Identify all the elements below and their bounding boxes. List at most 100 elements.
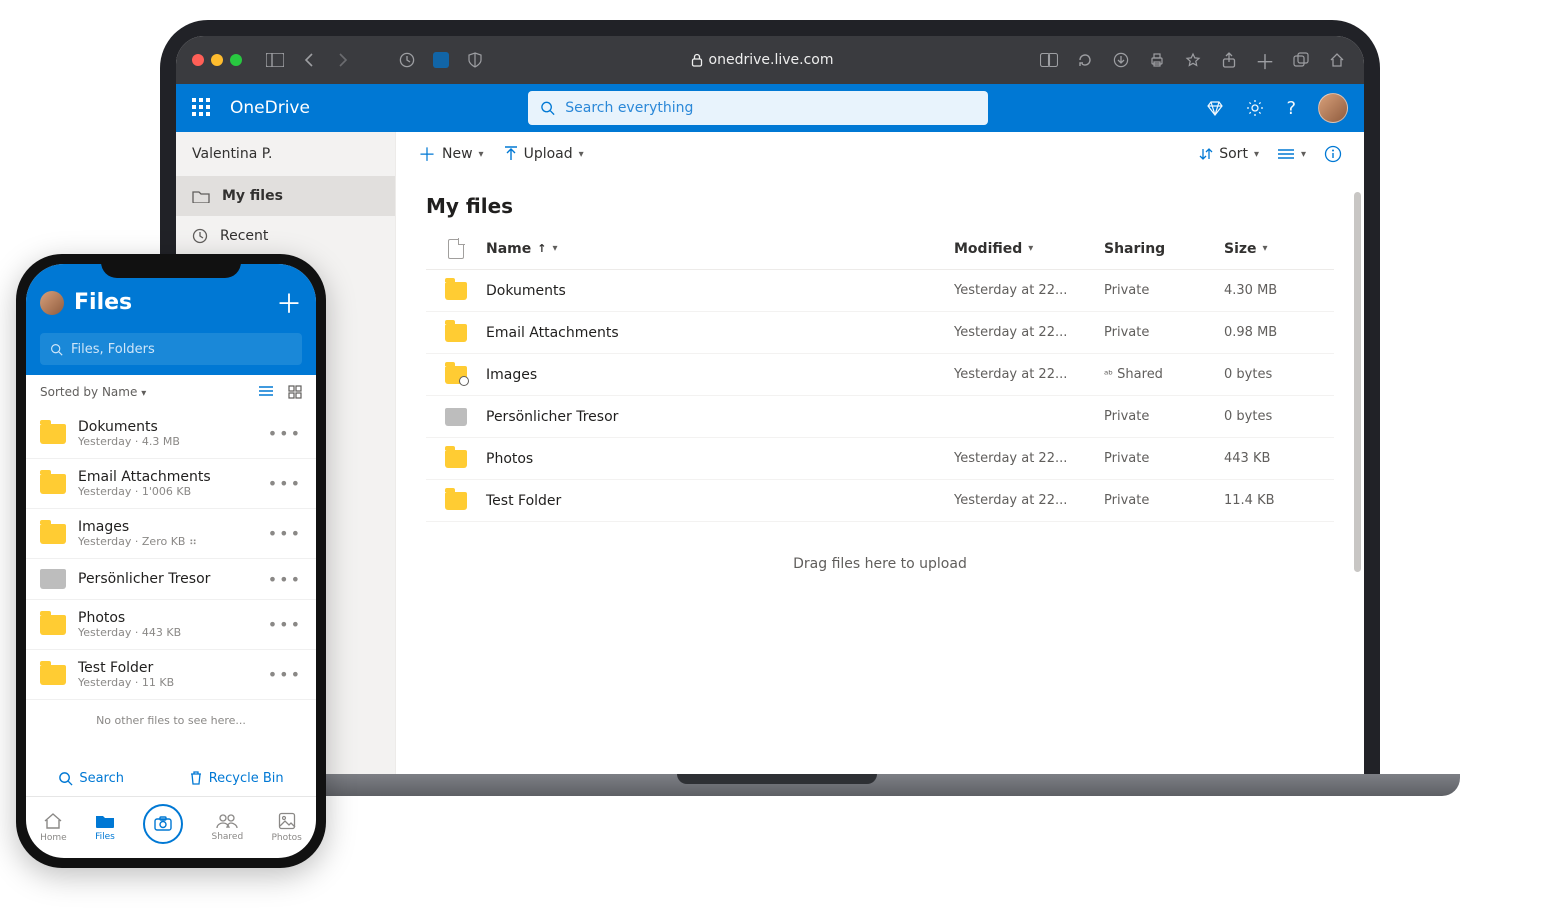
camera-button[interactable] [143,804,183,844]
bookmark-icon[interactable] [1182,49,1204,71]
grid-view-icon[interactable] [288,385,302,399]
phone-avatar[interactable] [40,291,64,315]
sidebar-item-label: My files [222,188,283,204]
home-icon[interactable] [1326,49,1348,71]
plus-icon: ＋ [418,141,436,167]
list-item[interactable]: DokumentsYesterday · 4.3 MB ••• [26,409,316,459]
upload-button[interactable]: Upload ▾ [504,146,584,162]
table-row[interactable]: Persönlicher Tresor Private 0 bytes [426,396,1334,438]
column-size[interactable]: Size▾ [1224,241,1334,257]
folder-icon [445,492,467,510]
column-modified[interactable]: Modified▾ [954,241,1104,257]
minimize-window-icon[interactable] [211,54,223,66]
empty-state-text: No other files to see here... [26,700,316,741]
folder-icon [95,813,115,829]
tab-home[interactable]: Home [40,812,67,843]
list-view-icon[interactable] [258,385,274,399]
forward-icon[interactable] [332,49,354,71]
chevron-down-icon: ▾ [579,149,584,160]
translate-icon[interactable] [1038,49,1060,71]
more-icon[interactable]: ••• [268,474,302,493]
list-item[interactable]: Test FolderYesterday · 11 KB ••• [26,650,316,700]
search-action[interactable]: Search [58,770,124,786]
premium-icon[interactable] [1206,100,1224,116]
share-icon[interactable] [1218,49,1240,71]
main-panel: ＋ New ▾ Upload ▾ [396,132,1364,780]
table-row[interactable]: Photos Yesterday at 22... Private 443 KB [426,438,1334,480]
print-icon[interactable] [1146,49,1168,71]
app-name[interactable]: OneDrive [230,98,310,118]
tabs-icon[interactable] [1290,49,1312,71]
column-name[interactable]: Name↑▾ [486,241,954,257]
more-icon[interactable]: ••• [268,570,302,589]
list-item[interactable]: Persönlicher Tresor ••• [26,559,316,600]
table-row[interactable]: Test Folder Yesterday at 22... Private 1… [426,480,1334,522]
window-controls[interactable] [192,54,242,66]
app-launcher-icon[interactable] [192,98,212,118]
view-options-button[interactable]: ▾ [1277,148,1306,160]
more-icon[interactable]: ••• [268,615,302,634]
laptop-lip [677,774,877,784]
folder-icon [40,424,66,444]
site-badge-icon[interactable] [430,49,452,71]
sort-icon [1199,147,1213,161]
phone-notch [101,254,241,278]
laptop-screen: onedrive.live.com [176,36,1364,780]
phone-sort-bar: Sorted by Name ▾ [26,375,316,409]
phone-search[interactable]: Files, Folders [40,333,302,365]
more-icon[interactable]: ••• [268,424,302,443]
sidebar-item-recent[interactable]: Recent [176,216,395,256]
lock-icon [691,53,703,67]
help-icon[interactable]: ? [1286,98,1296,119]
search-box[interactable] [528,91,988,125]
sidebar-item-my-files[interactable]: My files [176,176,395,216]
sort-button[interactable]: Sort ▾ [1199,146,1259,162]
url-text: onedrive.live.com [709,52,834,68]
new-tab-icon[interactable]: ＋ [1254,49,1276,71]
maximize-window-icon[interactable] [230,54,242,66]
trash-icon [189,770,203,786]
tab-files[interactable]: Files [95,813,115,842]
scrollbar[interactable] [1354,192,1361,572]
close-window-icon[interactable] [192,54,204,66]
address-bar[interactable]: onedrive.live.com [691,52,834,68]
info-icon[interactable] [1324,145,1342,163]
home-icon [43,812,63,830]
phone-search-placeholder: Files, Folders [71,342,155,357]
more-icon[interactable]: ••• [268,524,302,543]
list-item[interactable]: ImagesYesterday · Zero KB ⠶ ••• [26,509,316,559]
list-item[interactable]: Email AttachmentsYesterday · 1'006 KB ••… [26,459,316,509]
tab-shared[interactable]: Shared [212,813,244,842]
shield-icon[interactable] [464,49,486,71]
new-button[interactable]: ＋ New ▾ [418,141,484,167]
vault-icon [445,408,467,426]
sort-label[interactable]: Sorted by Name ▾ [40,385,146,399]
chevron-down-icon: ▾ [479,149,484,160]
files-table: Name↑▾ Modified▾ Sharing Size▾ Dokuments… [396,228,1364,606]
search-icon [50,343,63,356]
user-avatar[interactable] [1318,93,1348,123]
phone-title: Files [74,290,266,315]
more-icon[interactable]: ••• [268,665,302,684]
folder-icon [192,189,210,203]
folder-shared-icon [445,366,467,384]
sidebar-toggle-icon[interactable] [264,49,286,71]
list-item[interactable]: PhotosYesterday · 443 KB ••• [26,600,316,650]
table-row[interactable]: Images Yesterday at 22... ᵃᵇ Shared 0 by… [426,354,1334,396]
folder-icon [40,665,66,685]
settings-icon[interactable] [1246,99,1264,117]
back-icon[interactable] [298,49,320,71]
table-header: Name↑▾ Modified▾ Sharing Size▾ [426,228,1334,270]
reload-icon[interactable] [1074,49,1096,71]
search-input[interactable] [565,100,976,116]
file-type-column-icon[interactable] [448,239,464,259]
add-button[interactable]: ＋ [276,284,302,321]
table-row[interactable]: Dokuments Yesterday at 22... Private 4.3… [426,270,1334,312]
column-sharing[interactable]: Sharing [1104,241,1224,257]
phone-tabbar: Home Files Shared Photos [26,796,316,858]
table-row[interactable]: Email Attachments Yesterday at 22... Pri… [426,312,1334,354]
history-icon[interactable] [396,49,418,71]
downloads-icon[interactable] [1110,49,1132,71]
tab-photos[interactable]: Photos [271,812,301,843]
recycle-action[interactable]: Recycle Bin [189,770,284,786]
